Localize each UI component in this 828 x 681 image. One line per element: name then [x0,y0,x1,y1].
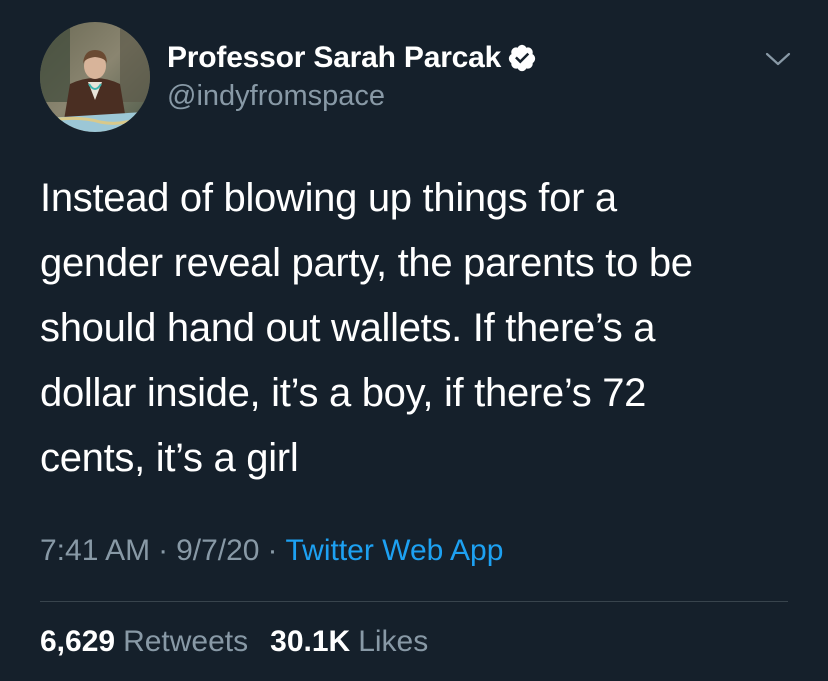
divider [40,601,788,602]
avatar[interactable] [40,22,150,132]
likes-count: 30.1K [270,625,351,658]
tweet-detail: Professor Sarah Parcak @indyfromspace In… [0,0,828,681]
likes-label: Likes [358,625,429,658]
tweet-source-link[interactable]: Twitter Web App [286,534,504,568]
retweets-count: 6,629 [40,625,116,658]
tweet-time[interactable]: 7:41 AM [40,534,150,568]
tweet-text-line: cents, it’s a girl [40,436,299,480]
chevron-down-icon[interactable] [763,46,793,72]
author-name-row[interactable]: Professor Sarah Parcak [167,38,537,78]
retweets-stat[interactable]: 6,629 Retweets [40,625,248,659]
display-name[interactable]: Professor Sarah Parcak [167,41,501,75]
tweet-text: Instead of blowing up things for a gende… [40,166,800,491]
retweets-label: Retweets [123,625,249,658]
tweet-text-line: gender reveal party, the parents to be [40,241,693,285]
verified-badge-icon [507,43,537,73]
tweet-text-line: dollar inside, it’s a boy, if there’s 72 [40,371,647,415]
author-handle[interactable]: @indyfromspace [167,80,385,113]
tweet-text-line: Instead of blowing up things for a [40,176,617,220]
likes-stat[interactable]: 30.1K Likes [270,625,428,659]
tweet-date[interactable]: 9/7/20 [176,534,259,568]
tweet-stats: 6,629 Retweets 30.1K Likes [40,625,428,659]
meta-separator: · [267,534,278,567]
meta-separator: · [158,534,169,567]
tweet-meta: 7:41 AM · 9/7/20 · Twitter Web App [40,534,503,568]
tweet-text-line: should hand out wallets. If there’s a [40,306,656,350]
